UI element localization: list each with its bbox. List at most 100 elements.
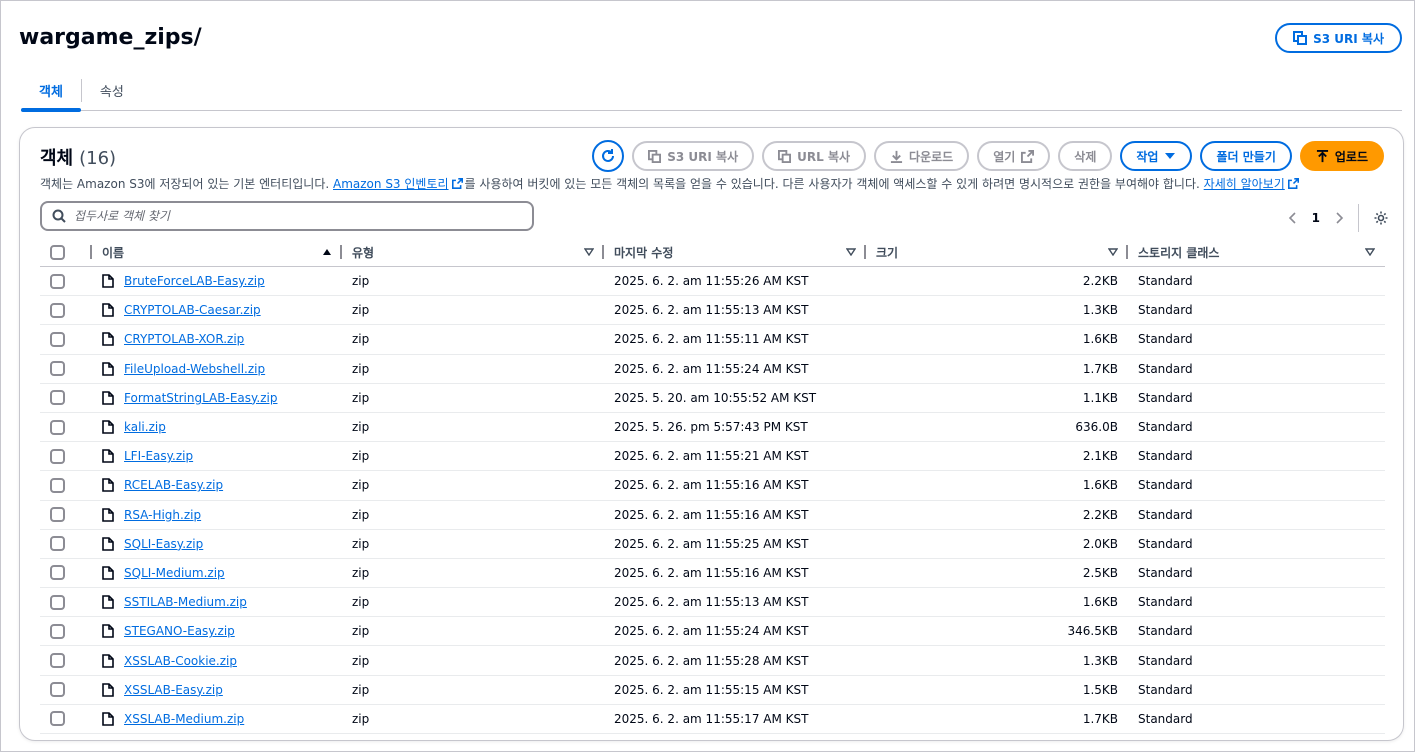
object-name-link[interactable]: BruteForceLAB-Easy.zip	[124, 274, 265, 288]
table-row[interactable]: SQLI-Easy.zip zip 2025. 6. 2. am 11:55:2…	[40, 529, 1385, 559]
object-name-link[interactable]: STEGANO-Easy.zip	[124, 624, 235, 638]
row-checkbox[interactable]	[50, 419, 65, 435]
table-row[interactable]: SQLI-Medium.zip zip 2025. 6. 2. am 11:55…	[40, 558, 1385, 589]
row-checkbox[interactable]	[50, 390, 65, 406]
tab-objects[interactable]: 객체	[21, 73, 81, 112]
file-icon	[102, 507, 114, 522]
modified-cell: 2025. 6. 2. am 11:55:11 AM KST	[604, 324, 866, 355]
upload-icon	[1316, 149, 1328, 162]
table-row[interactable]: RCELAB-Easy.zip zip 2025. 6. 2. am 11:55…	[40, 470, 1385, 501]
storage-class-cell: Standard	[1128, 558, 1385, 589]
actions-dropdown-button[interactable]: 작업	[1120, 141, 1193, 171]
row-checkbox[interactable]	[50, 361, 65, 377]
object-name-link[interactable]: FileUpload-Webshell.zip	[124, 362, 265, 376]
table-row[interactable]: FormatStringLAB-Easy.zip zip 2025. 5. 20…	[40, 383, 1385, 413]
storage-class-cell: Standard	[1128, 383, 1385, 413]
object-name-link[interactable]: kali.zip	[124, 420, 166, 434]
row-checkbox[interactable]	[50, 273, 65, 289]
delete-button[interactable]: 삭제	[1058, 141, 1113, 171]
type-cell: zip	[342, 616, 604, 647]
object-name-link[interactable]: XSSLAB-Cookie.zip	[124, 654, 237, 668]
table-row[interactable]: FileUpload-Webshell.zip zip 2025. 6. 2. …	[40, 354, 1385, 384]
copy-s3-uri-button-top[interactable]: S3 URI 복사	[1275, 23, 1402, 53]
gear-icon[interactable]	[1373, 210, 1389, 226]
row-select-cell	[40, 295, 92, 326]
file-icon	[102, 536, 114, 551]
copy-url-label: URL 복사	[797, 149, 851, 164]
storage-class-cell: Standard	[1128, 470, 1385, 501]
tab-properties[interactable]: 속성	[82, 73, 142, 111]
refresh-button[interactable]	[592, 140, 625, 172]
table-row[interactable]: CRYPTOLAB-Caesar.zip zip 2025. 6. 2. am …	[40, 295, 1385, 326]
object-name-link[interactable]: SQLI-Medium.zip	[124, 566, 225, 580]
modified-cell: 2025. 6. 2. am 11:55:26 AM KST	[604, 266, 866, 297]
row-checkbox[interactable]	[50, 711, 65, 727]
search-box	[40, 201, 534, 231]
object-name-link[interactable]: SQLI-Easy.zip	[124, 537, 203, 551]
row-checkbox[interactable]	[50, 477, 65, 493]
chevron-right-icon[interactable]	[1334, 212, 1344, 224]
row-checkbox[interactable]	[50, 682, 65, 698]
create-folder-button[interactable]: 폴더 만들기	[1200, 141, 1292, 171]
table-row[interactable]: XSSLAB-Easy.zip zip 2025. 6. 2. am 11:55…	[40, 675, 1385, 705]
table-row[interactable]: BruteForceLAB-Easy.zip zip 2025. 6. 2. a…	[40, 266, 1385, 297]
row-checkbox[interactable]	[50, 536, 65, 552]
copy-s3-uri-label: S3 URI 복사	[1313, 31, 1384, 46]
storage-class-cell: Standard	[1128, 295, 1385, 326]
row-select-cell	[40, 675, 92, 705]
object-name-link[interactable]: CRYPTOLAB-XOR.zip	[124, 332, 244, 346]
search-input[interactable]	[74, 209, 514, 223]
row-checkbox[interactable]	[50, 623, 65, 639]
row-checkbox[interactable]	[50, 565, 65, 581]
object-name-link[interactable]: RCELAB-Easy.zip	[124, 478, 223, 492]
object-name-link[interactable]: LFI-Easy.zip	[124, 449, 193, 463]
row-checkbox[interactable]	[50, 331, 65, 347]
table-row[interactable]: CRYPTOLAB-XOR.zip zip 2025. 6. 2. am 11:…	[40, 324, 1385, 355]
open-button[interactable]: 열기	[977, 141, 1051, 171]
type-cell: zip	[342, 587, 604, 618]
modified-cell: 2025. 6. 2. am 11:55:24 AM KST	[604, 354, 866, 384]
chevron-left-icon[interactable]	[1288, 212, 1298, 224]
copy-icon	[648, 149, 662, 163]
table-row[interactable]: RSA-High.zip zip 2025. 6. 2. am 11:55:16…	[40, 500, 1385, 530]
select-all-checkbox[interactable]	[50, 244, 65, 260]
modified-cell: 2025. 6. 2. am 11:55:13 AM KST	[604, 587, 866, 618]
table-row[interactable]: STEGANO-Easy.zip zip 2025. 6. 2. am 11:5…	[40, 616, 1385, 647]
object-name-link[interactable]: RSA-High.zip	[124, 508, 201, 522]
header-type[interactable]: 유형	[342, 238, 604, 267]
page-number[interactable]: 1	[1312, 211, 1320, 225]
file-icon	[102, 653, 114, 668]
modified-cell: 2025. 5. 20. am 10:55:52 AM KST	[604, 383, 866, 413]
learn-more-link[interactable]: 자세히 알아보기	[1204, 177, 1285, 191]
file-icon	[102, 391, 114, 405]
header-size[interactable]: 크기	[866, 238, 1128, 267]
table-row[interactable]: SSTILAB-Medium.zip zip 2025. 6. 2. am 11…	[40, 587, 1385, 618]
type-cell: zip	[342, 470, 604, 501]
upload-button[interactable]: 업로드	[1299, 141, 1384, 171]
row-checkbox[interactable]	[50, 594, 65, 610]
copy-s3-uri-button[interactable]: S3 URI 복사	[632, 141, 755, 171]
table-row[interactable]: kali.zip zip 2025. 5. 26. pm 5:57:43 PM …	[40, 412, 1385, 443]
table-row[interactable]: LFI-Easy.zip zip 2025. 6. 2. am 11:55:21…	[40, 441, 1385, 472]
row-checkbox[interactable]	[50, 653, 65, 669]
header-name[interactable]: 이름	[92, 238, 342, 267]
object-name-link[interactable]: XSSLAB-Easy.zip	[124, 683, 223, 697]
row-select-cell	[40, 529, 92, 559]
object-name-link[interactable]: FormatStringLAB-Easy.zip	[124, 391, 277, 405]
row-checkbox[interactable]	[50, 448, 65, 464]
download-button[interactable]: 다운로드	[874, 141, 970, 171]
header-storage-class[interactable]: 스토리지 클래스	[1128, 238, 1385, 267]
table-row[interactable]: XSSLAB-Cookie.zip zip 2025. 6. 2. am 11:…	[40, 645, 1385, 676]
table-row[interactable]: XSSLAB-Medium.zip zip 2025. 6. 2. am 11:…	[40, 704, 1385, 735]
row-checkbox[interactable]	[50, 302, 65, 318]
object-name-link[interactable]: CRYPTOLAB-Caesar.zip	[124, 303, 261, 317]
external-link-icon	[1287, 178, 1299, 189]
row-select-cell	[40, 558, 92, 589]
object-name-link[interactable]: XSSLAB-Medium.zip	[124, 712, 244, 726]
inventory-link[interactable]: Amazon S3 인벤토리	[333, 177, 449, 191]
row-checkbox[interactable]	[50, 507, 65, 523]
object-name-link[interactable]: SSTILAB-Medium.zip	[124, 595, 247, 609]
header-modified[interactable]: 마지막 수정	[604, 238, 866, 267]
copy-url-button[interactable]: URL 복사	[762, 141, 867, 171]
type-cell: zip	[342, 412, 604, 443]
